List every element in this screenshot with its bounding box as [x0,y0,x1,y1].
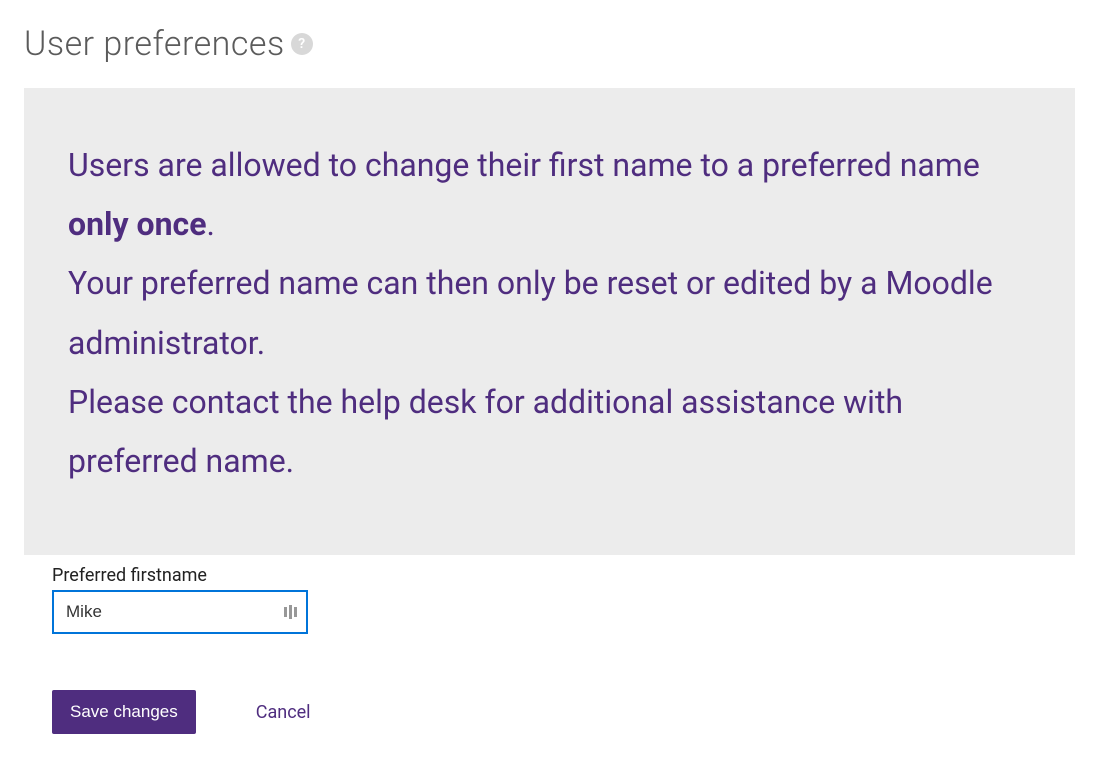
notice-line1-bold: only once [68,205,206,243]
page-title-row: User preferences ? [24,24,1075,64]
notice-line3: Please contact the help desk for additio… [68,383,903,480]
notice-box: Users are allowed to change their first … [24,88,1075,555]
cancel-link[interactable]: Cancel [256,702,311,723]
help-icon[interactable]: ? [291,33,313,55]
form-actions: Save changes Cancel [52,690,1075,734]
notice-line1-post: . [206,205,214,243]
save-button[interactable]: Save changes [52,690,196,734]
page-title: User preferences [24,24,285,64]
notice-line2: Your preferred name can then only be res… [68,264,993,361]
preferred-firstname-label: Preferred firstname [52,565,1075,586]
notice-line1-pre: Users are allowed to change their first … [68,146,980,184]
input-wrapper [52,602,308,621]
preferred-firstname-input[interactable] [52,590,308,634]
preferred-firstname-field: Preferred firstname [52,565,1075,634]
notice-text: Users are allowed to change their first … [68,136,1031,491]
